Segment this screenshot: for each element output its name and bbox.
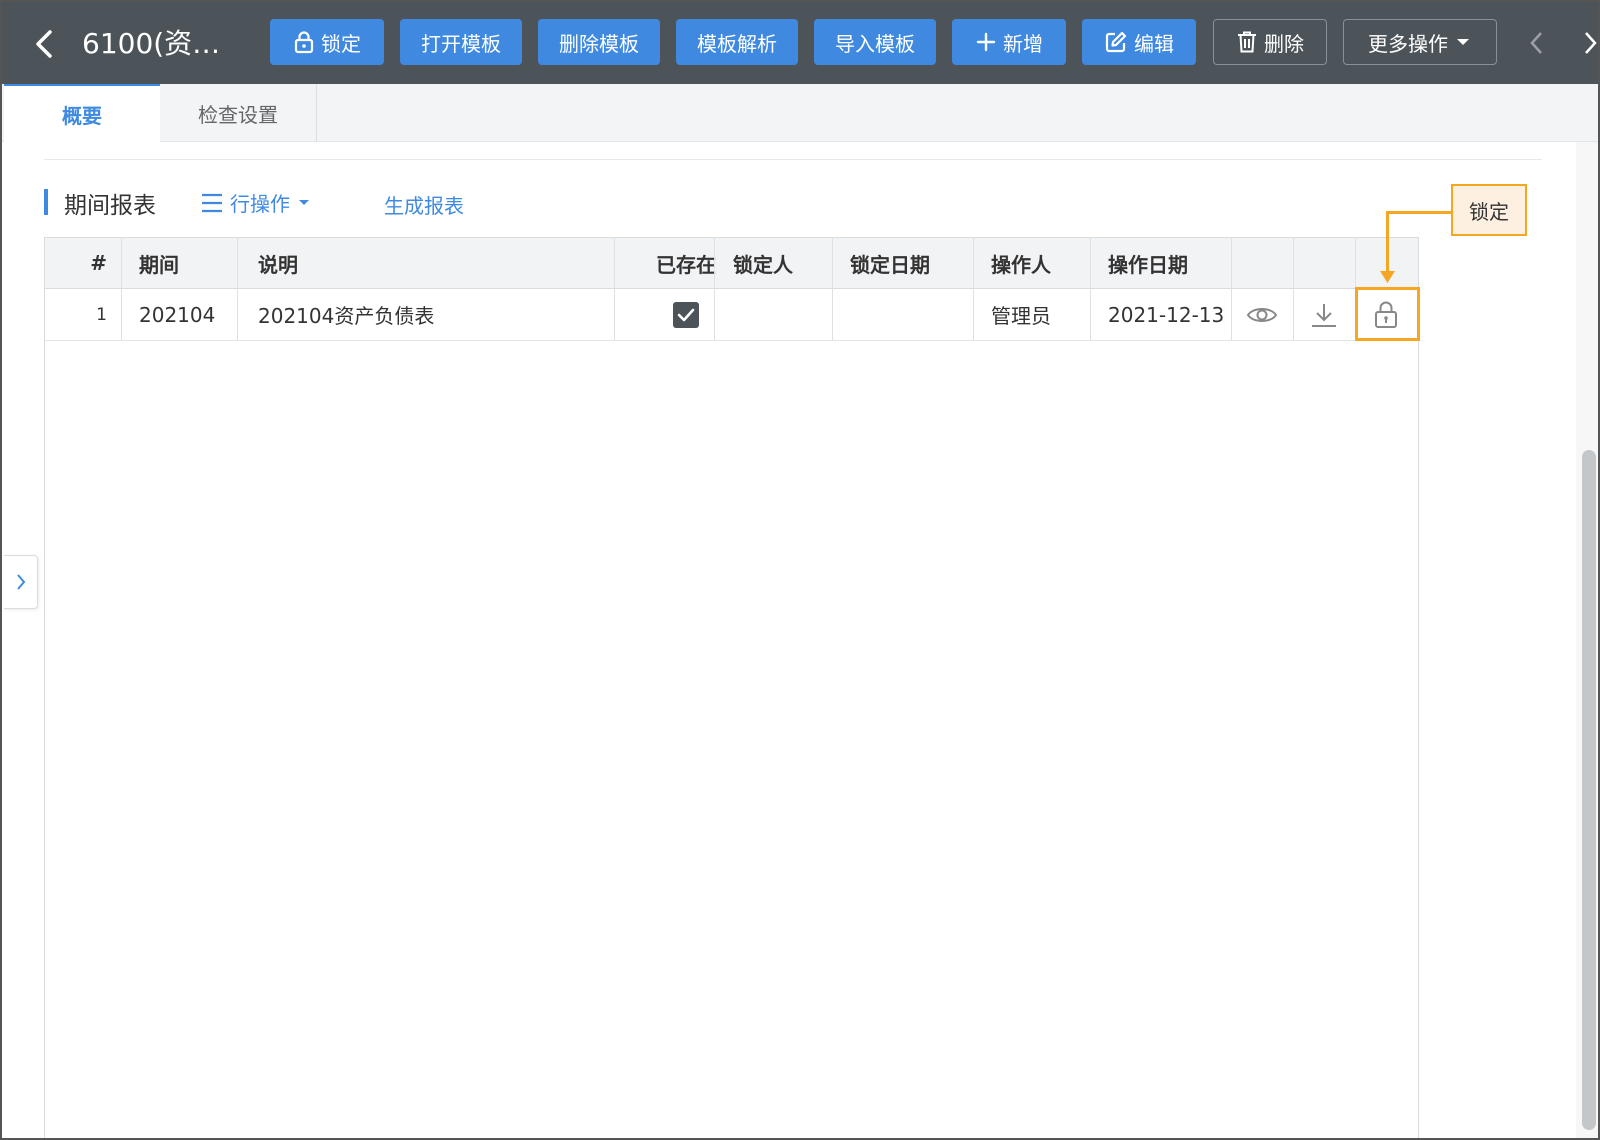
exists-checkbox[interactable]	[673, 301, 699, 328]
column-divider	[832, 237, 833, 341]
lock-button-label: 锁定	[321, 31, 361, 56]
table-row[interactable]: 1 202104 202104资产负债表 管理员 2021-12-13	[45, 289, 1418, 341]
open-template-button[interactable]: 打开模板	[400, 19, 522, 65]
tab-bar: 概要 检查设置	[2, 84, 1598, 142]
parse-template-button[interactable]: 模板解析	[676, 19, 798, 65]
tab-check-settings[interactable]: 检查设置	[160, 84, 317, 142]
row-operator: 管理员	[991, 304, 1051, 328]
chevron-right-icon	[1585, 32, 1597, 54]
column-divider	[1231, 237, 1232, 341]
page-title: 6100(资…	[82, 27, 221, 60]
column-header-lock-date: 锁定日期	[850, 252, 930, 277]
sidebar-expand-button[interactable]	[4, 555, 38, 609]
next-record-button[interactable]	[1578, 26, 1598, 60]
caret-down-icon	[1457, 39, 1469, 45]
callout-arrowhead-icon	[1380, 271, 1395, 283]
lock-highlight-box	[1355, 287, 1420, 341]
trash-icon	[1238, 31, 1256, 53]
table-header: # 期间 说明 已存在 锁定人 锁定日期 操作人 操作日期	[45, 237, 1418, 289]
row-period: 202104	[139, 302, 216, 327]
column-header-locker: 锁定人	[733, 252, 793, 277]
parse-template-label: 模板解析	[697, 31, 777, 56]
callout-connector	[1386, 211, 1389, 273]
column-divider	[614, 237, 615, 341]
tab-overview[interactable]: 概要	[4, 84, 160, 142]
row-op-date: 2021-12-13	[1108, 302, 1225, 327]
checkbox-checked-icon	[677, 308, 695, 321]
edit-icon	[1105, 31, 1127, 53]
more-actions-dropdown[interactable]: 更多操作	[1343, 19, 1497, 65]
column-divider	[973, 237, 974, 341]
prev-record-button[interactable]	[1525, 26, 1549, 60]
delete-button-label: 删除	[1264, 31, 1304, 56]
vertical-scrollbar-thumb[interactable]	[1582, 450, 1596, 1130]
column-divider	[714, 237, 715, 341]
import-template-button[interactable]: 导入模板	[814, 19, 936, 65]
callout-connector	[1386, 211, 1451, 214]
column-header-index: #	[90, 251, 107, 275]
tab-check-settings-label: 检查设置	[198, 102, 278, 127]
chevron-right-icon	[16, 574, 25, 590]
download-button[interactable]	[1293, 289, 1355, 340]
period-report-table: # 期间 说明 已存在 锁定人 锁定日期 操作人 操作日期 1 202104 2…	[44, 237, 1419, 1138]
delete-template-button[interactable]: 删除模板	[538, 19, 660, 65]
section-title: 期间报表	[64, 193, 156, 219]
column-divider	[121, 237, 122, 341]
top-toolbar: 6100(资… 锁定 打开模板 删除模板 模板解析 导入模板 新增 编辑 删除	[2, 2, 1598, 84]
edit-button-label: 编辑	[1134, 31, 1174, 56]
column-divider	[237, 237, 238, 341]
app-window: 6100(资… 锁定 打开模板 删除模板 模板解析 导入模板 新增 编辑 删除	[0, 0, 1600, 1140]
more-actions-label: 更多操作	[1368, 31, 1448, 56]
column-header-exists: 已存在	[656, 252, 716, 277]
column-header-description: 说明	[258, 252, 298, 277]
row-operations-menu[interactable]: 行操作	[200, 188, 312, 217]
generate-report-link[interactable]: 生成报表	[384, 190, 464, 219]
row-operations-label: 行操作	[230, 192, 290, 216]
delete-template-label: 删除模板	[559, 31, 639, 56]
view-button[interactable]	[1231, 289, 1293, 340]
row-index: 1	[96, 304, 107, 325]
section-accent-bar	[44, 189, 48, 215]
edit-button[interactable]: 编辑	[1082, 19, 1196, 65]
import-template-label: 导入模板	[835, 31, 915, 56]
back-button[interactable]	[30, 24, 60, 64]
download-icon	[1312, 303, 1336, 327]
add-button-label: 新增	[1003, 31, 1043, 56]
column-header-period: 期间	[139, 252, 179, 277]
add-button[interactable]: 新增	[952, 19, 1066, 65]
lock-callout-label: 锁定	[1451, 184, 1527, 236]
plus-icon	[976, 32, 996, 52]
open-template-label: 打开模板	[421, 31, 501, 56]
list-icon	[202, 193, 222, 212]
caret-down-icon	[299, 199, 309, 205]
column-divider	[1293, 237, 1294, 341]
divider	[44, 159, 1542, 160]
chevron-left-icon	[1530, 32, 1542, 54]
column-divider	[1090, 237, 1091, 341]
column-header-op-date: 操作日期	[1108, 252, 1188, 277]
tab-overview-label: 概要	[62, 103, 102, 128]
back-icon	[36, 30, 52, 58]
row-description: 202104资产负债表	[258, 304, 435, 328]
lock-button[interactable]: 锁定	[270, 19, 384, 65]
eye-icon	[1246, 307, 1278, 322]
row-exists-cell	[635, 289, 737, 340]
lock-icon	[294, 31, 314, 54]
delete-button[interactable]: 删除	[1213, 19, 1327, 65]
column-header-operator: 操作人	[991, 252, 1051, 277]
